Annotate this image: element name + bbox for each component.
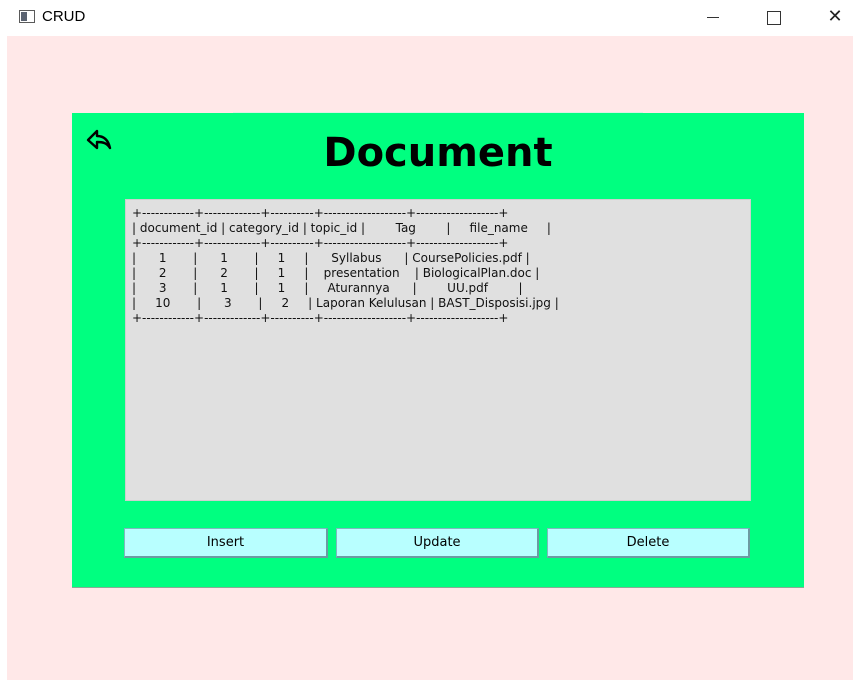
table-text-line: | 10 | 3 | 2 | Laporan Kelulusan | BAST_… bbox=[132, 296, 559, 310]
table-text-line: | 1 | 1 | 1 | Syllabus | CoursePolicies.… bbox=[132, 251, 530, 265]
page-title: Document bbox=[323, 130, 553, 176]
records-text-area[interactable]: +------------+-------------+----------+-… bbox=[125, 199, 751, 501]
table-text-line: | 3 | 1 | 1 | Aturannya | UU.pdf | bbox=[132, 281, 523, 295]
table-text-line: +------------+-------------+----------+-… bbox=[132, 311, 509, 325]
close-icon[interactable]: ✕ bbox=[812, 0, 853, 34]
update-button[interactable]: Update bbox=[336, 528, 539, 558]
delete-button[interactable]: Delete bbox=[547, 528, 750, 558]
maximize-icon[interactable] bbox=[750, 0, 796, 34]
app-window-icon bbox=[19, 10, 35, 23]
panel-top-line bbox=[233, 112, 643, 113]
records-table-text: +------------+-------------+----------+-… bbox=[132, 206, 559, 326]
minimize-icon[interactable] bbox=[690, 0, 736, 34]
table-text-line: | document_id | category_id | topic_id |… bbox=[132, 221, 551, 235]
insert-button[interactable]: Insert bbox=[124, 528, 328, 558]
table-text-line: +------------+-------------+----------+-… bbox=[132, 236, 509, 250]
table-text-line: +------------+-------------+----------+-… bbox=[132, 206, 509, 220]
table-text-line: | 2 | 2 | 1 | presentation | BiologicalP… bbox=[132, 266, 540, 280]
window-title: CRUD bbox=[42, 8, 86, 25]
window-titlebar: CRUD ✕ bbox=[0, 0, 853, 36]
